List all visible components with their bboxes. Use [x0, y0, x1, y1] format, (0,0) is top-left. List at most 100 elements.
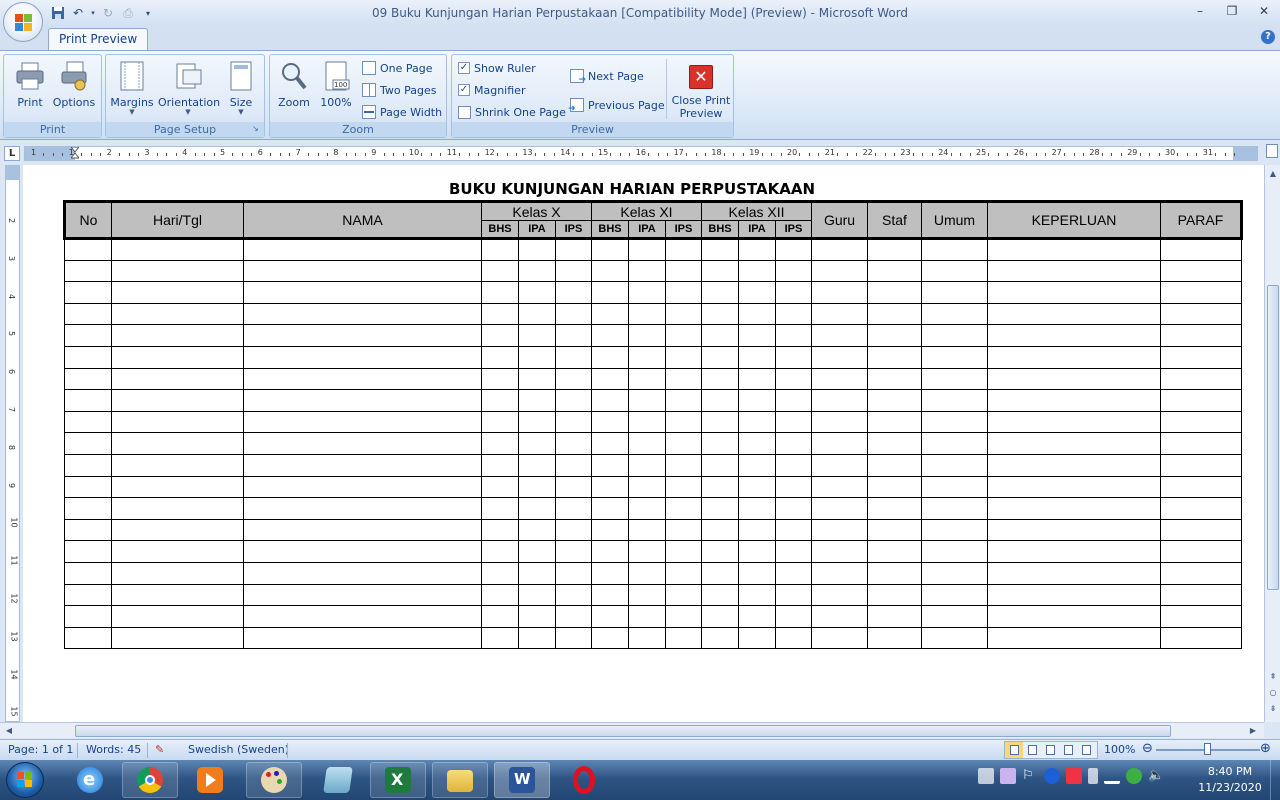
- table-cell[interactable]: [775, 561, 812, 585]
- table-cell[interactable]: [1160, 583, 1242, 607]
- table-cell[interactable]: [481, 345, 519, 369]
- table-cell[interactable]: [555, 281, 592, 304]
- taskbar-media-player[interactable]: [182, 762, 238, 798]
- table-cell[interactable]: [775, 324, 812, 347]
- table-cell[interactable]: [555, 302, 592, 326]
- table-cell[interactable]: [628, 259, 666, 283]
- table-cell[interactable]: [738, 324, 776, 347]
- table-cell[interactable]: [591, 540, 629, 563]
- table-cell[interactable]: [628, 238, 666, 261]
- table-cell[interactable]: [111, 626, 244, 650]
- table-cell[interactable]: [738, 345, 776, 369]
- table-cell[interactable]: [555, 518, 592, 542]
- table-cell[interactable]: [481, 540, 519, 563]
- table-cell[interactable]: [701, 497, 739, 520]
- table-cell[interactable]: [665, 259, 702, 283]
- flag-icon[interactable]: ⚐: [1022, 768, 1038, 784]
- table-cell[interactable]: [921, 345, 988, 369]
- table-cell[interactable]: [591, 432, 629, 455]
- zoom-in-icon[interactable]: ⊕: [1260, 741, 1271, 756]
- table-cell[interactable]: [481, 432, 519, 455]
- table-cell[interactable]: [628, 540, 666, 563]
- table-cell[interactable]: [811, 453, 868, 477]
- table-cell[interactable]: [987, 626, 1161, 650]
- next-page-arrow-icon[interactable]: ⇟: [1266, 702, 1280, 716]
- zoom-button[interactable]: Zoom: [275, 58, 313, 109]
- restore-button[interactable]: ❐: [1216, 0, 1248, 22]
- table-cell[interactable]: [987, 561, 1161, 585]
- table-cell[interactable]: [738, 475, 776, 499]
- table-cell[interactable]: [111, 497, 244, 520]
- table-cell[interactable]: [665, 324, 702, 347]
- tray-app-icon[interactable]: [1000, 768, 1016, 784]
- table-cell[interactable]: [775, 410, 812, 434]
- table-cell[interactable]: [775, 367, 812, 391]
- table-cell[interactable]: [775, 432, 812, 455]
- table-cell[interactable]: [243, 605, 482, 628]
- table-cell[interactable]: [628, 302, 666, 326]
- table-cell[interactable]: [775, 453, 812, 477]
- table-cell[interactable]: [1160, 605, 1242, 628]
- close-window-button[interactable]: ✕: [1248, 0, 1280, 22]
- table-cell[interactable]: [481, 302, 519, 326]
- one-page-button[interactable]: One Page: [362, 59, 433, 77]
- table-cell[interactable]: [921, 281, 988, 304]
- table-cell[interactable]: [867, 345, 922, 369]
- table-cell[interactable]: [481, 367, 519, 391]
- table-cell[interactable]: [811, 302, 868, 326]
- close-print-preview-button[interactable]: ✕ Close Print Preview: [670, 58, 732, 120]
- table-cell[interactable]: [591, 281, 629, 304]
- minimize-button[interactable]: –: [1184, 0, 1216, 22]
- table-cell[interactable]: [775, 497, 812, 520]
- table-cell[interactable]: [665, 410, 702, 434]
- table-cell[interactable]: [111, 324, 244, 347]
- table-cell[interactable]: [628, 475, 666, 499]
- clock[interactable]: 8:40 PM 11/23/2020: [1190, 764, 1270, 796]
- table-cell[interactable]: [665, 605, 702, 628]
- table-cell[interactable]: [518, 389, 556, 412]
- table-cell[interactable]: [111, 367, 244, 391]
- table-cell[interactable]: [591, 605, 629, 628]
- table-cell[interactable]: [811, 583, 868, 607]
- table-cell[interactable]: [701, 389, 739, 412]
- table-cell[interactable]: [518, 475, 556, 499]
- table-cell[interactable]: [867, 497, 922, 520]
- table-cell[interactable]: [738, 432, 776, 455]
- table-cell[interactable]: [811, 518, 868, 542]
- vertical-ruler[interactable]: 2345678910111213141516: [5, 165, 20, 722]
- table-cell[interactable]: [243, 324, 482, 347]
- table-cell[interactable]: [775, 259, 812, 283]
- table-cell[interactable]: [481, 475, 519, 499]
- table-cell[interactable]: [555, 540, 592, 563]
- table-cell[interactable]: [518, 410, 556, 434]
- table-cell[interactable]: [738, 605, 776, 628]
- table-cell[interactable]: [811, 345, 868, 369]
- table-cell[interactable]: [665, 626, 702, 650]
- table-cell[interactable]: [591, 389, 629, 412]
- table-cell[interactable]: [591, 475, 629, 499]
- table-cell[interactable]: [867, 367, 922, 391]
- page-width-button[interactable]: Page Width: [362, 103, 442, 121]
- table-cell[interactable]: [243, 561, 482, 585]
- next-page-button[interactable]: ➜ Next Page: [570, 67, 644, 85]
- table-cell[interactable]: [921, 432, 988, 455]
- table-cell[interactable]: [64, 302, 112, 326]
- table-cell[interactable]: [518, 281, 556, 304]
- shrink-one-page-button[interactable]: Shrink One Page: [458, 103, 566, 121]
- table-cell[interactable]: [243, 453, 482, 477]
- scroll-up-icon[interactable]: ▲: [1266, 167, 1280, 181]
- table-cell[interactable]: [481, 497, 519, 520]
- table-cell[interactable]: [243, 367, 482, 391]
- table-cell[interactable]: [518, 345, 556, 369]
- table-cell[interactable]: [775, 518, 812, 542]
- table-cell[interactable]: [665, 302, 702, 326]
- table-cell[interactable]: [1160, 302, 1242, 326]
- table-cell[interactable]: [1160, 324, 1242, 347]
- table-cell[interactable]: [921, 238, 988, 261]
- table-cell[interactable]: [555, 410, 592, 434]
- table-cell[interactable]: [628, 410, 666, 434]
- help-icon[interactable]: ?: [1261, 30, 1275, 44]
- table-cell[interactable]: [775, 605, 812, 628]
- browse-object-icon[interactable]: ○: [1266, 686, 1280, 700]
- table-cell[interactable]: [921, 367, 988, 391]
